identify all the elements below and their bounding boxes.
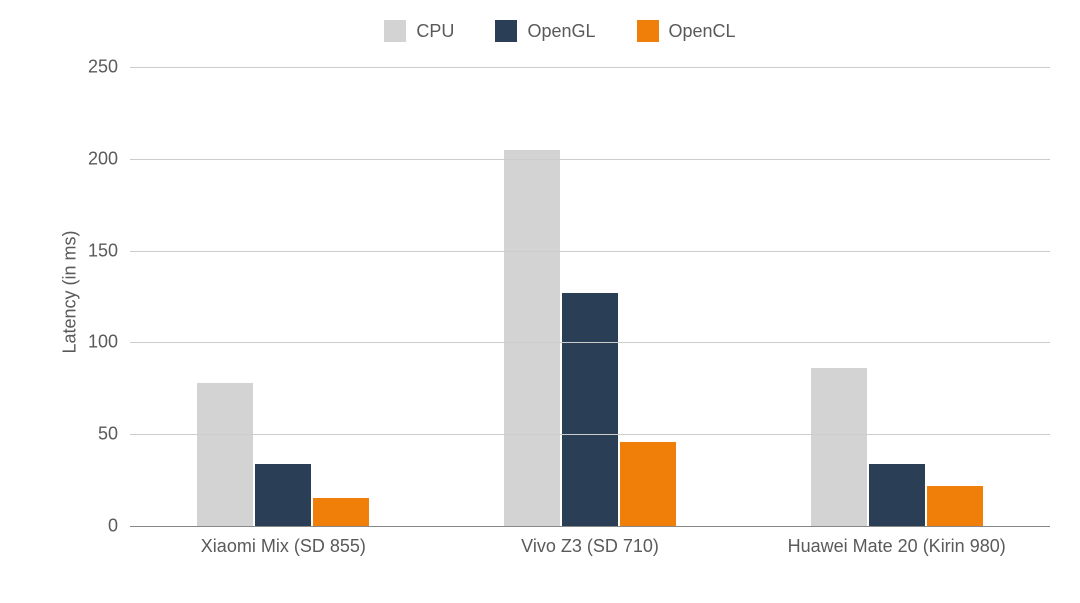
gridline bbox=[130, 526, 1050, 527]
legend-swatch-opengl bbox=[495, 20, 517, 42]
bar bbox=[562, 293, 618, 526]
y-tick: 50 bbox=[98, 424, 118, 445]
bar bbox=[869, 464, 925, 526]
x-tick: Vivo Z3 (SD 710) bbox=[521, 536, 659, 557]
bar bbox=[811, 368, 867, 526]
chart: CPU OpenGL OpenCL Latency (in ms) Xiaomi… bbox=[60, 20, 1060, 563]
legend-label: OpenGL bbox=[527, 21, 595, 42]
legend-swatch-cpu bbox=[384, 20, 406, 42]
legend-item-opengl: OpenGL bbox=[495, 20, 595, 42]
legend-item-opencl: OpenCL bbox=[637, 20, 736, 42]
x-tick: Xiaomi Mix (SD 855) bbox=[201, 536, 366, 557]
y-tick: 0 bbox=[108, 516, 118, 537]
bar-group: Xiaomi Mix (SD 855) bbox=[130, 383, 437, 526]
bar bbox=[313, 498, 369, 526]
bar bbox=[255, 464, 311, 526]
bar-group: Vivo Z3 (SD 710) bbox=[437, 150, 744, 526]
bar-groups: Xiaomi Mix (SD 855)Vivo Z3 (SD 710)Huawe… bbox=[130, 67, 1050, 526]
gridline bbox=[130, 159, 1050, 160]
bar bbox=[620, 442, 676, 526]
gridline bbox=[130, 342, 1050, 343]
y-tick: 250 bbox=[88, 57, 118, 78]
legend-item-cpu: CPU bbox=[384, 20, 454, 42]
y-axis-label: Latency (in ms) bbox=[60, 230, 81, 353]
legend-label: OpenCL bbox=[669, 21, 736, 42]
bar bbox=[504, 150, 560, 526]
y-tick: 200 bbox=[88, 148, 118, 169]
x-tick: Huawei Mate 20 (Kirin 980) bbox=[788, 536, 1006, 557]
gridline bbox=[130, 434, 1050, 435]
bar bbox=[197, 383, 253, 526]
legend-swatch-opencl bbox=[637, 20, 659, 42]
bar-group: Huawei Mate 20 (Kirin 980) bbox=[743, 368, 1050, 526]
gridline bbox=[130, 251, 1050, 252]
legend-label: CPU bbox=[416, 21, 454, 42]
y-tick: 100 bbox=[88, 332, 118, 353]
gridline bbox=[130, 67, 1050, 68]
legend: CPU OpenGL OpenCL bbox=[60, 20, 1060, 47]
plot-area: Xiaomi Mix (SD 855)Vivo Z3 (SD 710)Huawe… bbox=[130, 67, 1050, 527]
y-tick: 150 bbox=[88, 240, 118, 261]
bar bbox=[927, 486, 983, 526]
